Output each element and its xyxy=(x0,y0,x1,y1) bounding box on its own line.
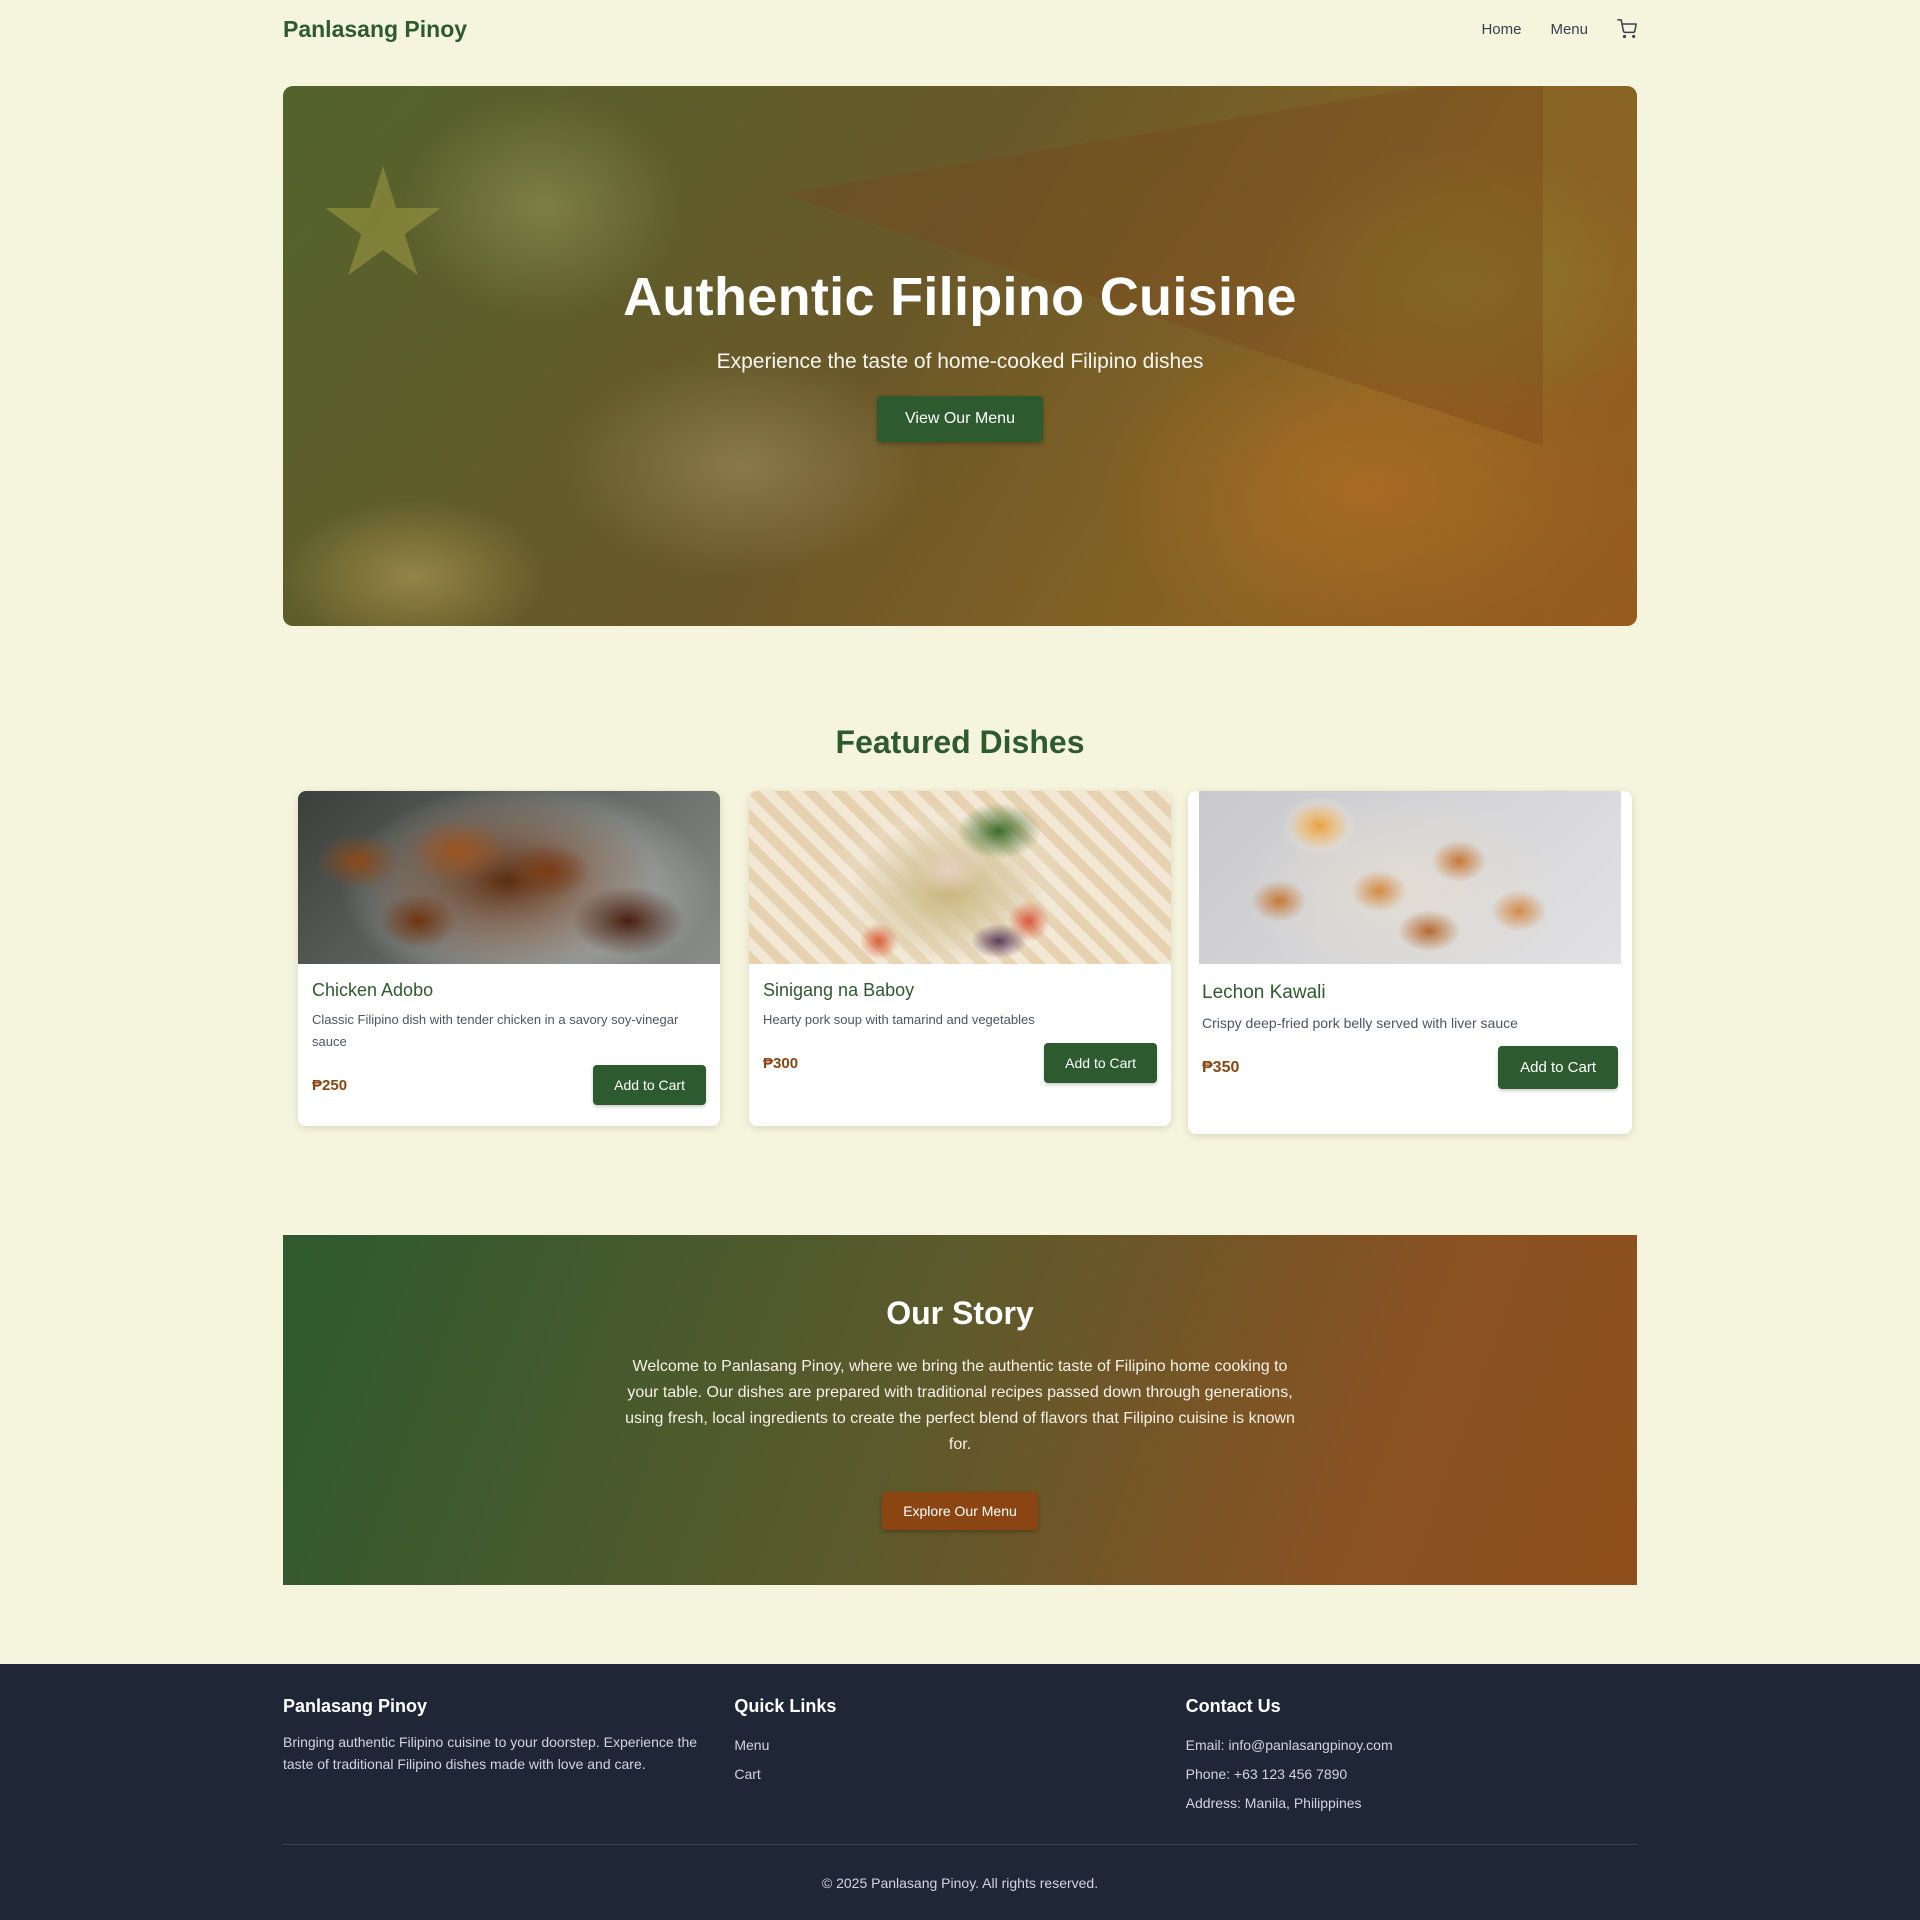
view-menu-button[interactable]: View Our Menu xyxy=(877,396,1043,442)
dish-description: Hearty pork soup with tamarind and veget… xyxy=(763,1012,1035,1027)
contact-phone: Phone: +63 123 456 7890 xyxy=(1185,1766,1348,1782)
dish-name: Chicken Adobo xyxy=(312,980,434,1000)
footer-link-menu[interactable]: Menu xyxy=(734,1731,1185,1760)
top-nav: Panlasang Pinoy Home Menu xyxy=(283,0,1637,58)
lechon-kawali-image xyxy=(1199,791,1621,964)
add-to-cart-button[interactable]: Add to Cart xyxy=(1498,1046,1618,1089)
hero-content: Authentic Filipino Cuisine Experience th… xyxy=(283,266,1637,442)
brand-logo[interactable]: Panlasang Pinoy xyxy=(283,16,467,43)
footer-about: Panlasang Pinoy Bringing authentic Filip… xyxy=(283,1696,734,1818)
dish-card: Sinigang na Baboy Hearty pork soup with … xyxy=(749,791,1171,1126)
contact-email: Email: info@panlasangpinoy.com xyxy=(1185,1737,1393,1753)
nav-link-home[interactable]: Home xyxy=(1481,21,1521,38)
footer-link-cart[interactable]: Cart xyxy=(734,1760,1185,1789)
story-text: Welcome to Panlasang Pinoy, where we bri… xyxy=(625,1358,1295,1453)
featured-dishes: Chicken Adobo Classic Filipino dish with… xyxy=(283,791,1637,1134)
hero-subtitle: Experience the taste of home-cooked Fili… xyxy=(716,350,1204,373)
dish-name: Lechon Kawali xyxy=(1202,982,1326,1003)
add-to-cart-button[interactable]: Add to Cart xyxy=(593,1065,706,1105)
sinigang-image xyxy=(749,791,1171,964)
contact-address: Address: Manila, Philippines xyxy=(1185,1795,1362,1811)
dish-price: ₱300 xyxy=(763,1054,799,1072)
dish-description: Classic Filipino dish with tender chicke… xyxy=(312,1012,679,1049)
footer-divider xyxy=(283,1844,1637,1845)
hero-title: Authentic Filipino Cuisine xyxy=(623,267,1297,327)
dish-price: ₱250 xyxy=(312,1076,348,1094)
contact-title: Contact Us xyxy=(1185,1696,1281,1716)
footer-quick-links: Quick Links Menu Cart xyxy=(734,1696,1185,1818)
quick-links-title: Quick Links xyxy=(734,1696,837,1716)
footer-brand: Panlasang Pinoy xyxy=(283,1696,428,1716)
dish-description: Crispy deep-fried pork belly served with… xyxy=(1202,1015,1518,1031)
dish-card: Lechon Kawali Crispy deep-fried pork bel… xyxy=(1188,791,1632,1134)
dish-price: ₱350 xyxy=(1202,1058,1240,1076)
featured-title: Featured Dishes xyxy=(835,724,1085,760)
nav-links: Home Menu xyxy=(1481,19,1637,39)
chicken-adobo-image xyxy=(298,791,720,964)
copyright: © 2025 Panlasang Pinoy. All rights reser… xyxy=(821,1875,1099,1891)
story-title: Our Story xyxy=(886,1295,1034,1331)
dish-card: Chicken Adobo Classic Filipino dish with… xyxy=(298,791,720,1126)
our-story-section: Our Story Welcome to Panlasang Pinoy, wh… xyxy=(283,1235,1637,1585)
footer-about-text: Bringing authentic Filipino cuisine to y… xyxy=(283,1734,698,1772)
hero-banner: Authentic Filipino Cuisine Experience th… xyxy=(283,86,1637,626)
add-to-cart-button[interactable]: Add to Cart xyxy=(1044,1043,1157,1083)
dish-name: Sinigang na Baboy xyxy=(763,980,915,1000)
footer: Panlasang Pinoy Bringing authentic Filip… xyxy=(0,1664,1920,1920)
nav-link-menu[interactable]: Menu xyxy=(1550,21,1588,38)
explore-menu-button[interactable]: Explore Our Menu xyxy=(882,1492,1038,1530)
cart-icon[interactable] xyxy=(1617,19,1637,39)
footer-contact: Contact Us Email: info@panlasangpinoy.co… xyxy=(1186,1696,1637,1818)
